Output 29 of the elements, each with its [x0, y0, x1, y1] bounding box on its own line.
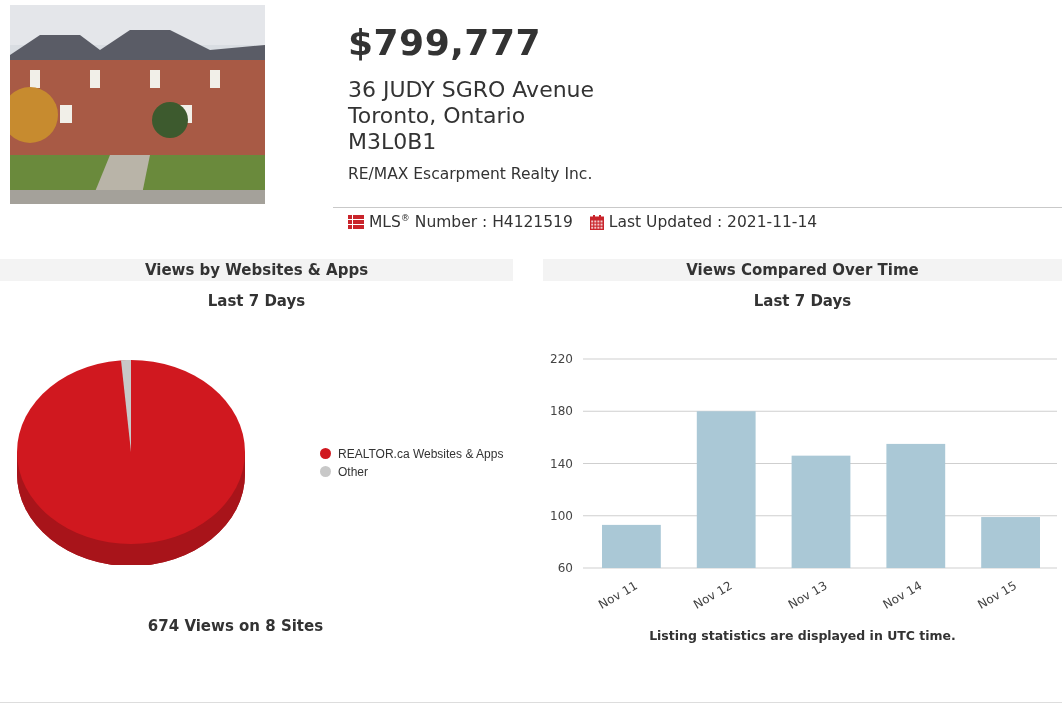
- list-icon: [348, 215, 364, 230]
- mls-number: MLS$^{®}$ Number : H4121519: [369, 213, 573, 232]
- panel-title: Views by Websites & Apps: [0, 259, 513, 281]
- panel-title: Views Compared Over Time: [543, 259, 1062, 281]
- chart-bar: [981, 517, 1040, 568]
- address-line: 36 JUDY SGRO Avenue: [348, 77, 596, 103]
- panel-subtitle: Last 7 Days: [752, 292, 853, 310]
- axis-category-label: Nov 15: [975, 578, 1020, 612]
- panel-subtitle: Last 7 Days: [206, 292, 307, 310]
- axis-tick-label: 220: [550, 352, 573, 366]
- address-line: Toronto, Ontario: [348, 103, 527, 129]
- address-line: M3L0B1: [348, 129, 438, 155]
- calendar-icon: [589, 214, 604, 230]
- axis-tick-label: 60: [557, 561, 573, 575]
- axis-category-label: Nov 11: [596, 578, 640, 612]
- views-total: 674 Views on 8 Sites: [146, 617, 325, 635]
- brokerage-name: RE/MAX Escarpment Realty Inc.: [348, 165, 594, 183]
- axis-tick-label: 140: [550, 456, 573, 471]
- legend-label[interactable]: REALTOR.ca Websites & Apps: [338, 446, 504, 461]
- chart-bar: [602, 524, 661, 568]
- timezone-note: Listing statistics are displayed in UTC time.: [648, 628, 957, 643]
- axis-category-label: Nov 14: [880, 578, 925, 612]
- axis-tick-label: 180: [550, 404, 573, 419]
- axis-category-label: Nov 13: [785, 578, 830, 612]
- axis-tick-label: 100: [550, 508, 573, 523]
- legend-label[interactable]: Other: [338, 464, 368, 479]
- last-updated: Last Updated : 2021-11-14: [608, 213, 818, 232]
- listing-price: $799,777: [348, 22, 543, 63]
- axis-category-label: Nov 12: [690, 578, 735, 612]
